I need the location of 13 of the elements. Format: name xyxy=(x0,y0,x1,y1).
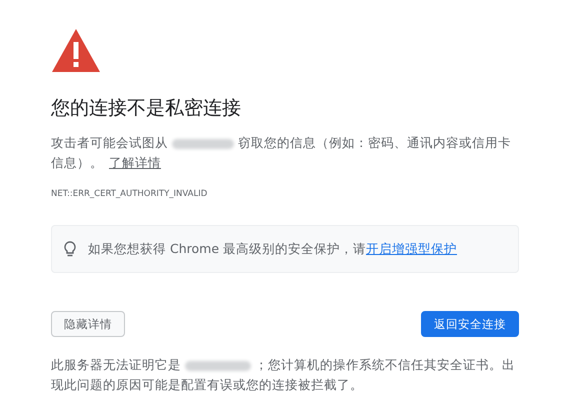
hide-details-button[interactable]: 隐藏详情 xyxy=(51,311,125,337)
details-text: 此服务器无法证明它是 ；您计算机的操作系统不信任其安全证书。出现此问题的原因可能是配置有误或您的连接被拦截了。 xyxy=(51,356,516,394)
redacted-address xyxy=(172,138,234,149)
back-to-safety-button[interactable]: 返回安全连接 xyxy=(421,311,519,337)
warning-icon xyxy=(51,28,101,73)
tip-text: 如果您想获得 Chrome 最高级别的安全保护，请开启增强型保护 xyxy=(88,240,457,258)
enhanced-protection-link[interactable]: 开启增强型保护 xyxy=(366,240,457,256)
lightbulb-icon xyxy=(64,241,76,257)
error-code: NET::ERR_CERT_AUTHORITY_INVALID xyxy=(51,189,208,199)
page-title: 您的连接不是私密连接 xyxy=(51,96,242,121)
redacted-address xyxy=(185,360,251,371)
learn-more-link[interactable]: 了解详情 xyxy=(109,155,161,170)
warning-description: 攻击者可能会试图从 窃取您的信息（例如：密码、通讯内容或信用卡信息）。 了解详情 xyxy=(51,134,512,172)
